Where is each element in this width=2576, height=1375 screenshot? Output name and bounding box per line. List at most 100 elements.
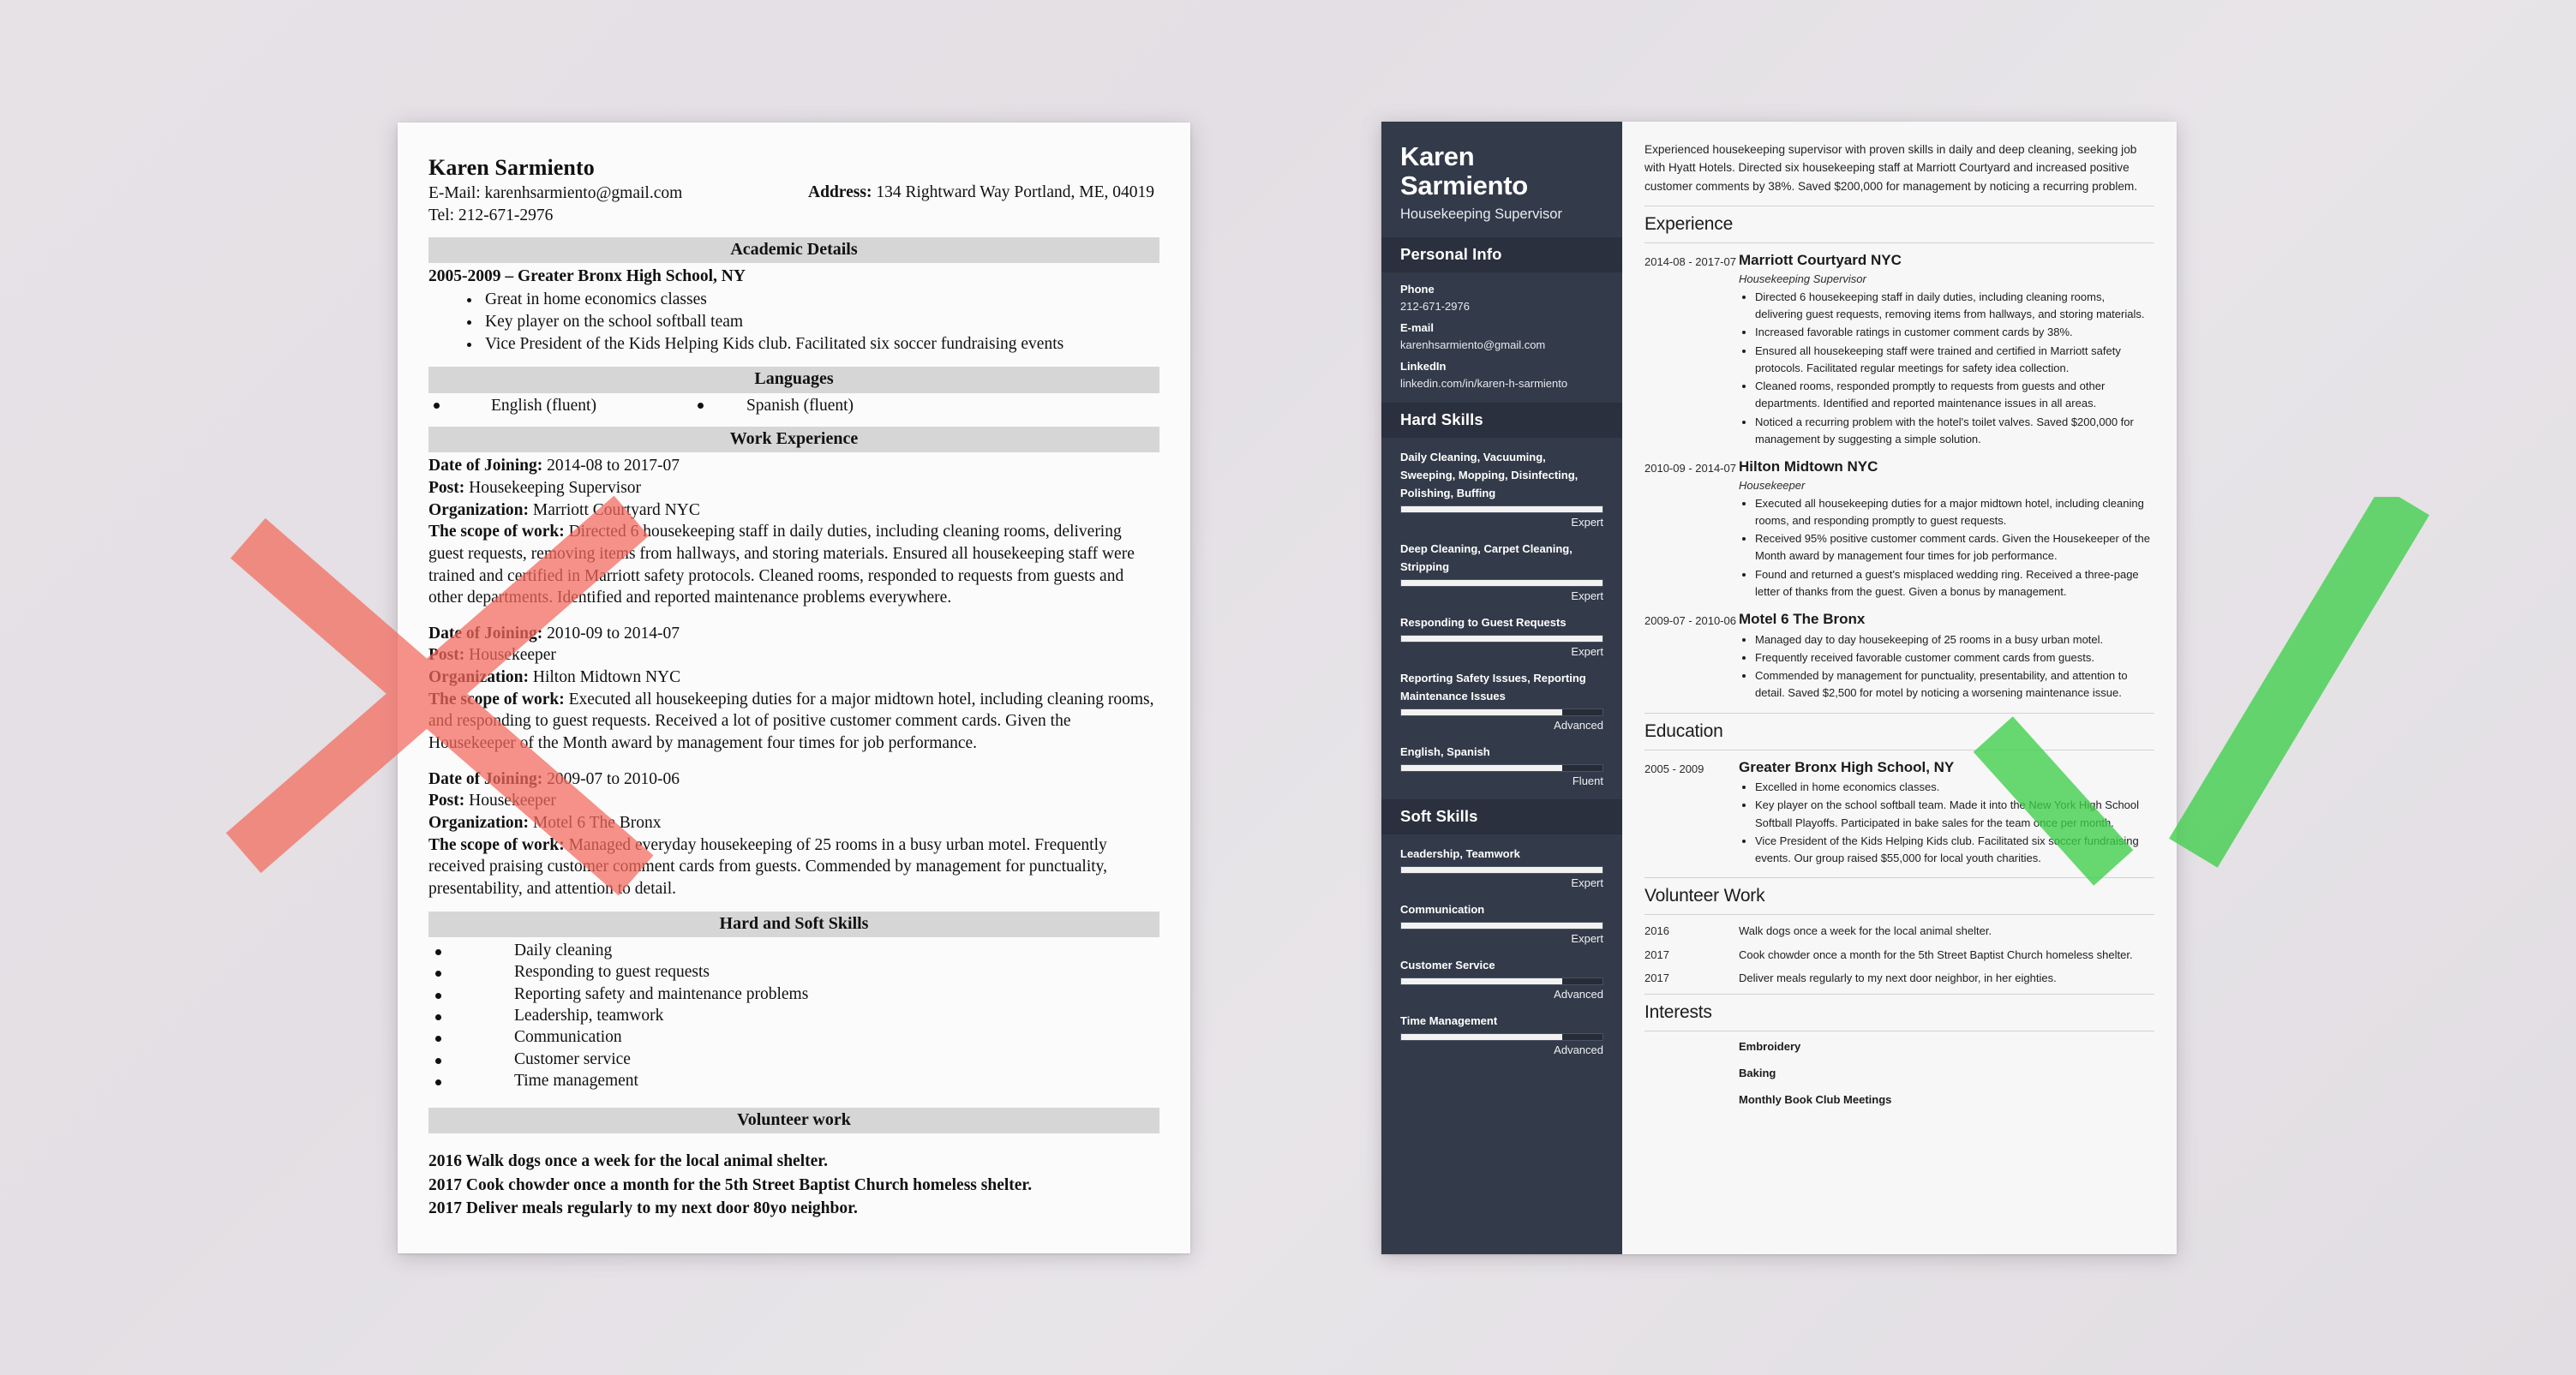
list-item: Time management: [428, 1070, 1159, 1091]
skill-level: Expert: [1571, 515, 1603, 529]
bad-skills-list: Daily cleaning Responding to guest reque…: [428, 940, 1159, 1091]
skill-name: Time Management: [1400, 1014, 1498, 1028]
good-interest-item: Monthly Book Club Meetings: [1739, 1092, 1892, 1106]
bad-volunteer-year: 2017: [428, 1199, 462, 1218]
bad-section-volunteer-work: Volunteer work: [428, 1107, 1159, 1134]
bad-job-date-value: 2014-08 to 2017-07: [547, 457, 680, 475]
good-volunteer-year: 2017: [1644, 971, 1669, 984]
bad-job-date-label: Date of Joining:: [428, 624, 543, 643]
skill-name: Customer Service: [1400, 959, 1495, 972]
skill-name: Communication: [1400, 903, 1485, 917]
good-entry-dates: 2014-08 - 2017-07: [1644, 255, 1736, 269]
bad-volunteer-year: 2016: [428, 1152, 462, 1171]
list-item: Key player on the school softball team. …: [1755, 797, 2154, 832]
skill-block: Communication Expert: [1400, 900, 1603, 945]
good-experience-entry: 2009-07 - 2010-06 Motel 6 The Bronx Mana…: [1644, 611, 2154, 702]
skill-name: Reporting Safety Issues, Reporting Maint…: [1400, 671, 1586, 702]
bullet-icon: [697, 403, 704, 410]
bad-job-post-label: Post:: [428, 478, 465, 497]
good-field-value-linkedin: linkedin.com/in/karen-h-sarmiento: [1400, 376, 1568, 390]
skill-block: Daily Cleaning, Vacuuming, Sweeping, Mop…: [1400, 448, 1603, 529]
good-entry-body: Motel 6 The Bronx Managed day to day hou…: [1739, 611, 2154, 702]
good-heading-volunteer-work: Volunteer Work: [1644, 886, 1765, 906]
list-item: Vice President of the Kids Helping Kids …: [1755, 833, 2154, 868]
bad-job-date-label: Date of Joining:: [428, 769, 543, 788]
bad-resume-email: E-Mail: karenhsarmiento@gmail.com: [428, 184, 683, 203]
bad-job-org-label: Organization:: [428, 500, 529, 519]
skill-block: Deep Cleaning, Carpet Cleaning, Strippin…: [1400, 540, 1603, 602]
bad-volunteer-text: Walk dogs once a week for the local anim…: [465, 1152, 829, 1171]
good-entry-role: Housekeeper: [1739, 478, 1806, 492]
skill-name: English, Spanish: [1400, 744, 1490, 758]
good-section-experience: Experience: [1644, 206, 2154, 244]
good-entry-body: Marriott Courtyard NYC Housekeeping Supe…: [1739, 252, 2154, 449]
list-item: Managed day to day housekeeping of 25 ro…: [1755, 631, 2154, 649]
good-resume-document: Karen Sarmiento Housekeeping Supervisor …: [1381, 122, 2177, 1254]
good-hard-skills-body: Daily Cleaning, Vacuuming, Sweeping, Mop…: [1381, 438, 1622, 799]
bad-job-org-label: Organization:: [428, 668, 529, 687]
list-item: Excelled in home economics classes.: [1755, 779, 2154, 796]
bad-job-org-value: Marriott Courtyard NYC: [532, 500, 700, 519]
good-volunteer-text: Walk dogs once a week for the local anim…: [1739, 924, 1992, 938]
bad-languages-row: English (fluent) Spanish (fluent): [428, 397, 1159, 415]
skill-level: Expert: [1571, 932, 1603, 946]
skill-block: English, Spanish Fluent: [1400, 743, 1603, 787]
list-item: Received 95% positive customer comment c…: [1755, 530, 2154, 565]
good-experience-entry: 2010-09 - 2014-07 Hilton Midtown NYC Hou…: [1644, 458, 2154, 601]
good-entry-org: Greater Bronx High School, NY: [1739, 758, 1955, 775]
skill-name: Daily Cleaning, Vacuuming, Sweeping, Mop…: [1400, 450, 1579, 499]
skill-bar-fill: [1401, 505, 1603, 512]
good-field-label-email: E-mail: [1400, 321, 1435, 335]
list-item: Executed all housekeeping duties for a m…: [1755, 495, 2154, 530]
bad-job-scope-label: The scope of work:: [428, 690, 565, 708]
list-item: Customer service: [428, 1049, 1159, 1070]
good-entry-dates: 2005 - 2009: [1644, 762, 1704, 775]
bad-resume-address: Address: 134 Rightward Way Portland, ME,…: [808, 182, 1159, 204]
bad-volunteer-text: Deliver meals regularly to my next door …: [465, 1199, 858, 1218]
bad-job-date-value: 2010-09 to 2014-07: [547, 624, 680, 643]
good-resume-main: Experienced housekeeping supervisor with…: [1622, 122, 2177, 1254]
good-section-soft-skills: Soft Skills: [1381, 798, 1622, 834]
skill-block: Responding to Guest Requests Expert: [1400, 613, 1603, 658]
skill-block: Reporting Safety Issues, Reporting Maint…: [1400, 669, 1603, 732]
skill-level: Fluent: [1572, 774, 1603, 787]
list-item: Commended by management for punctuality,…: [1755, 667, 2154, 702]
bad-language-spanish: Spanish (fluent): [746, 396, 854, 415]
good-entry-bullets: Directed 6 housekeeping staff in daily d…: [1739, 289, 2154, 448]
good-entry-role: Housekeeping Supervisor: [1739, 272, 1866, 285]
good-entry-dates: 2009-07 - 2010-06: [1644, 614, 1736, 628]
list-item: Found and returned a guest's misplaced w…: [1755, 566, 2154, 601]
list-item: Frequently received favorable customer c…: [1755, 649, 2154, 667]
list-item: Vice President of the Kids Helping Kids …: [482, 333, 1159, 356]
good-section-education: Education: [1644, 712, 2154, 750]
good-interest-item: Baking: [1739, 1066, 1776, 1079]
good-heading-experience: Experience: [1644, 214, 1734, 235]
list-item: Reporting safety and maintenance problem…: [428, 983, 1159, 1005]
good-volunteer-text: Cook chowder once a month for the 5th St…: [1739, 948, 2133, 961]
bad-academic-bullets: Great in home economics classes Key play…: [428, 289, 1159, 356]
bad-volunteer-row: 2017 Deliver meals regularly to my next …: [428, 1197, 1159, 1221]
good-resume-name: Karen Sarmiento: [1400, 141, 1528, 201]
bad-job-scope-label: The scope of work:: [428, 523, 565, 541]
skill-level: Expert: [1571, 589, 1603, 602]
list-item: Ensured all housekeeping staff were trai…: [1755, 343, 2154, 378]
skill-bar-track: [1400, 708, 1603, 716]
list-item: Leadership, teamwork: [428, 1005, 1159, 1026]
bad-language-english: English (fluent): [491, 396, 596, 415]
skill-bar-track: [1400, 634, 1603, 643]
bad-volunteer-text: Cook chowder once a month for the 5th St…: [465, 1175, 1033, 1194]
list-item: Noticed a recurring problem with the hot…: [1755, 414, 2154, 449]
list-item: Communication: [428, 1026, 1159, 1048]
good-education-entry: 2005 - 2009 Greater Bronx High School, N…: [1644, 759, 2154, 869]
bad-resume-contact-row: E-Mail: karenhsarmiento@gmail.com Tel: 2…: [428, 182, 1159, 226]
good-sidebar-header: Karen Sarmiento Housekeeping Supervisor: [1381, 122, 1622, 237]
bad-section-work-experience: Work Experience: [428, 426, 1159, 453]
list-item: Great in home economics classes: [482, 289, 1159, 311]
good-field-label-linkedin: LinkedIn: [1400, 360, 1447, 374]
skill-bar-fill: [1401, 1034, 1562, 1041]
skill-level: Expert: [1571, 644, 1603, 658]
good-volunteer-year: 2016: [1644, 924, 1669, 938]
good-section-personal-info: Personal Info: [1381, 236, 1622, 272]
bad-job-post-label: Post:: [428, 792, 465, 810]
skill-bar-track: [1400, 1033, 1603, 1042]
